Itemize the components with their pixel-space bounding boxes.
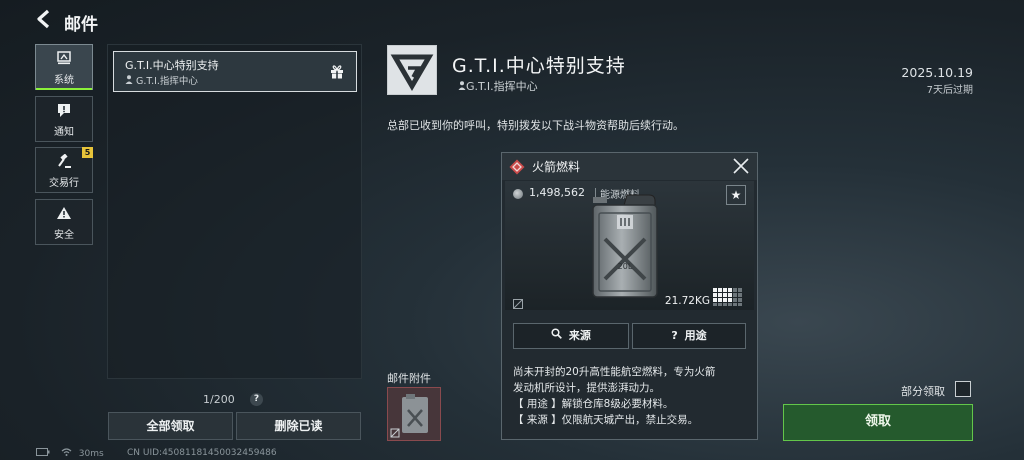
uid-text: CN UID:4508118145003245948​6 bbox=[127, 448, 277, 458]
usage-button-label: 用途 bbox=[684, 329, 707, 342]
attachment-item-slot[interactable] bbox=[387, 387, 441, 441]
close-icon[interactable] bbox=[731, 156, 751, 176]
description-line: 【 用途 】解锁仓库8级必要材料。 bbox=[513, 398, 674, 410]
item-preview-area: 1,498,562 能源燃料 ★ 20L 21.72KG bbox=[505, 181, 754, 310]
mail-date: 2025.10.19 bbox=[901, 65, 973, 80]
mail-item-sender: G.T.I.指挥中心 bbox=[125, 73, 198, 87]
system-icon bbox=[36, 51, 92, 67]
item-description: 尚未开封的20升高性能航空燃料，专为火箭 发动机所设计，提供澎湃动力。 【 用途… bbox=[513, 364, 753, 428]
mail-detail-sender: G.T.I.指挥中心 bbox=[458, 78, 538, 94]
mail-item-title: G.T.I.中心特别支持 bbox=[125, 59, 219, 72]
source-button[interactable]: 来源 bbox=[513, 323, 629, 349]
notice-icon bbox=[36, 103, 92, 119]
mail-body: 总部已收到你的呼叫，特别拨发以下战斗物资帮助后续行动。 bbox=[387, 119, 684, 132]
claim-button[interactable]: 领取 bbox=[783, 404, 973, 441]
rarity-diamond-icon bbox=[509, 159, 525, 175]
status-bar: 30ms bbox=[36, 448, 104, 459]
description-line: 【 来源 】仅限航天城产出，禁止交易。 bbox=[513, 414, 699, 426]
mail-count: 1/200 bbox=[203, 393, 235, 406]
coin-icon bbox=[513, 189, 523, 199]
item-price: 1,498,562 bbox=[529, 186, 585, 199]
person-icon bbox=[458, 80, 466, 93]
claim-all-button[interactable]: 全部领取 bbox=[108, 412, 233, 440]
item-weight: 21.72KG bbox=[664, 295, 710, 307]
star-icon[interactable]: ★ bbox=[726, 185, 746, 205]
category-label: 系统 bbox=[54, 75, 74, 86]
gift-icon bbox=[330, 64, 344, 79]
category-label: 通知 bbox=[54, 127, 74, 138]
help-icon[interactable]: ? bbox=[250, 393, 263, 406]
popup-header: 火箭燃料 bbox=[502, 153, 757, 180]
mail-list-item[interactable]: G.T.I.中心特别支持 G.T.I.指挥中心 bbox=[113, 51, 357, 92]
partial-claim-checkbox[interactable] bbox=[955, 381, 971, 397]
question-icon: ? bbox=[671, 329, 678, 342]
search-icon bbox=[551, 328, 562, 342]
category-label: 交易行 bbox=[49, 178, 79, 189]
item-info-popup: 火箭燃料 1,498,562 能源燃料 ★ 20L 21.72KG 来源 ? 用… bbox=[501, 152, 758, 440]
count-badge: 5 bbox=[82, 147, 93, 158]
back-arrow-icon[interactable] bbox=[34, 8, 60, 34]
usage-button[interactable]: ? 用途 bbox=[632, 323, 746, 349]
gti-logo-icon bbox=[387, 45, 437, 95]
category-notice[interactable]: 通知 bbox=[35, 96, 93, 142]
category-label: 安全 bbox=[54, 230, 74, 241]
battery-icon bbox=[36, 448, 50, 459]
description-line: 发动机所设计，提供澎湃动力。 bbox=[513, 382, 660, 394]
attachments-label: 邮件附件 bbox=[387, 372, 431, 385]
category-system[interactable]: 系统 bbox=[35, 44, 93, 90]
untradeable-icon bbox=[513, 294, 523, 309]
page-title: 邮件 bbox=[64, 15, 98, 35]
mail-detail-sender-name: G.T.I.指挥中心 bbox=[466, 80, 538, 93]
wifi-icon bbox=[61, 448, 72, 459]
mail-list-panel bbox=[107, 44, 362, 379]
popup-item-title: 火箭燃料 bbox=[532, 160, 581, 174]
size-grid-icon bbox=[713, 288, 745, 306]
warning-icon bbox=[36, 206, 92, 222]
person-icon bbox=[125, 75, 136, 87]
delete-read-button[interactable]: 删除已读 bbox=[236, 412, 361, 440]
fuel-canister-image: 20L bbox=[587, 193, 663, 301]
ping-value: 30ms bbox=[78, 449, 104, 459]
partial-claim-label: 部分领取 bbox=[901, 385, 945, 398]
mail-detail-title: G.T.I.中心特别支持 bbox=[452, 55, 626, 77]
mail-expiry: 7天后过期 bbox=[926, 85, 973, 96]
mail-item-sender-name: G.T.I.指挥中心 bbox=[136, 76, 198, 87]
source-button-label: 来源 bbox=[568, 329, 591, 342]
canister-label: 20L bbox=[618, 262, 633, 271]
description-line: 尚未开封的20升高性能航空燃料，专为火箭 bbox=[513, 366, 716, 378]
category-security[interactable]: 安全 bbox=[35, 199, 93, 245]
